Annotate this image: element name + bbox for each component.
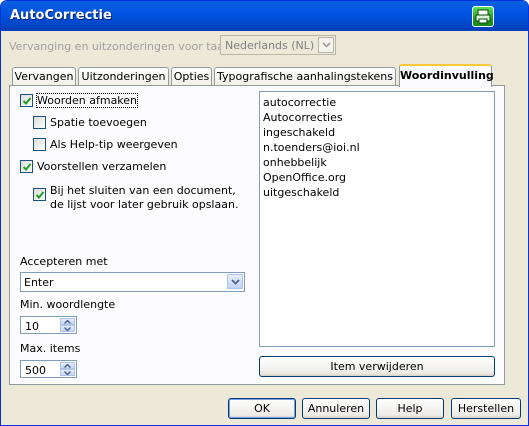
- append-space-label: Spatie toevoegen: [50, 116, 147, 129]
- chevron-down-icon[interactable]: [227, 274, 243, 289]
- language-select[interactable]: Nederlands (NL): [220, 35, 336, 55]
- max-items-stepper[interactable]: 500: [20, 360, 77, 378]
- collect-words-label: Voorstellen verzamelen: [37, 160, 167, 173]
- close-button[interactable]: [472, 6, 494, 27]
- decrement-arrow-icon[interactable]: [60, 369, 75, 376]
- tab-typografische-aanhalingstekens[interactable]: Typografische aanhalingstekens: [214, 67, 396, 86]
- tab-uitzonderingen[interactable]: Uitzonderingen: [78, 67, 169, 86]
- save-list-label: Bij het sluiten van een document, de lij…: [50, 184, 239, 211]
- max-items-label: Max. items: [20, 342, 81, 355]
- tab-woordinvulling[interactable]: Woordinvulling: [399, 64, 494, 87]
- language-label: Vervanging en uitzonderingen voor taal: [9, 40, 228, 53]
- min-word-length-value: 10: [25, 320, 39, 333]
- delete-item-button[interactable]: Item verwijderen: [259, 356, 495, 377]
- checkmark-icon: [35, 191, 45, 199]
- save-list-checkbox[interactable]: Bij het sluiten van een document, de lij…: [33, 184, 248, 212]
- list-item[interactable]: OpenOffice.org: [260, 170, 494, 185]
- chevron-down-icon[interactable]: [318, 37, 334, 53]
- help-button[interactable]: Help: [376, 398, 444, 419]
- show-as-tip-label: Als Help-tip weergeven: [50, 138, 178, 151]
- list-item[interactable]: n.toenders@ioi.nl: [260, 140, 494, 155]
- complete-words-checkbox[interactable]: Woorden afmaken: [20, 93, 139, 108]
- checkbox-box[interactable]: [20, 160, 33, 173]
- printer-icon: [475, 9, 491, 24]
- tab-strip: Vervangen Uitzonderingen Opties Typograf…: [9, 64, 521, 87]
- list-item[interactable]: autocorrectie: [260, 95, 494, 110]
- cancel-button[interactable]: Annuleren: [302, 398, 370, 419]
- ok-button[interactable]: OK: [228, 398, 296, 419]
- checkbox-box[interactable]: [33, 116, 46, 129]
- list-item[interactable]: ingeschakeld: [260, 125, 494, 140]
- collected-words-list[interactable]: autocorrectie Autocorrecties ingeschakel…: [259, 91, 495, 347]
- min-word-length-label: Min. woordlengte: [20, 298, 116, 311]
- collect-words-checkbox[interactable]: Voorstellen verzamelen: [20, 160, 166, 173]
- accept-with-value: Enter: [24, 276, 54, 289]
- checkbox-box[interactable]: [33, 188, 46, 201]
- decrement-arrow-icon[interactable]: [60, 325, 75, 332]
- title-bar[interactable]: AutoCorrectie: [1, 1, 528, 31]
- list-item[interactable]: onhebbelijk: [260, 155, 494, 170]
- list-item[interactable]: Autocorrecties: [260, 110, 494, 125]
- reset-button[interactable]: Herstellen: [451, 398, 521, 419]
- tab-vervangen[interactable]: Vervangen: [12, 67, 76, 86]
- increment-arrow-icon[interactable]: [60, 362, 75, 369]
- append-space-checkbox[interactable]: Spatie toevoegen: [33, 116, 147, 129]
- checkbox-box[interactable]: [33, 138, 46, 151]
- show-as-tip-checkbox[interactable]: Als Help-tip weergeven: [33, 138, 178, 151]
- max-items-value: 500: [25, 364, 46, 377]
- checkbox-box[interactable]: [20, 94, 33, 107]
- min-word-length-stepper[interactable]: 10: [20, 316, 77, 334]
- increment-arrow-icon[interactable]: [60, 318, 75, 325]
- checkmark-icon: [22, 97, 32, 105]
- tab-opties[interactable]: Opties: [171, 67, 212, 86]
- window-title: AutoCorrectie: [10, 8, 112, 23]
- accept-with-label: Accepteren met: [20, 255, 108, 268]
- accept-with-select[interactable]: Enter: [20, 272, 245, 292]
- autocorrect-dialog: AutoCorrectie Vervanging en uitzondering…: [0, 0, 529, 426]
- language-value: Nederlands (NL): [225, 39, 315, 52]
- checkmark-icon: [22, 163, 32, 171]
- complete-words-label: Woorden afmaken: [35, 93, 139, 108]
- list-item[interactable]: uitgeschakeld: [260, 185, 494, 200]
